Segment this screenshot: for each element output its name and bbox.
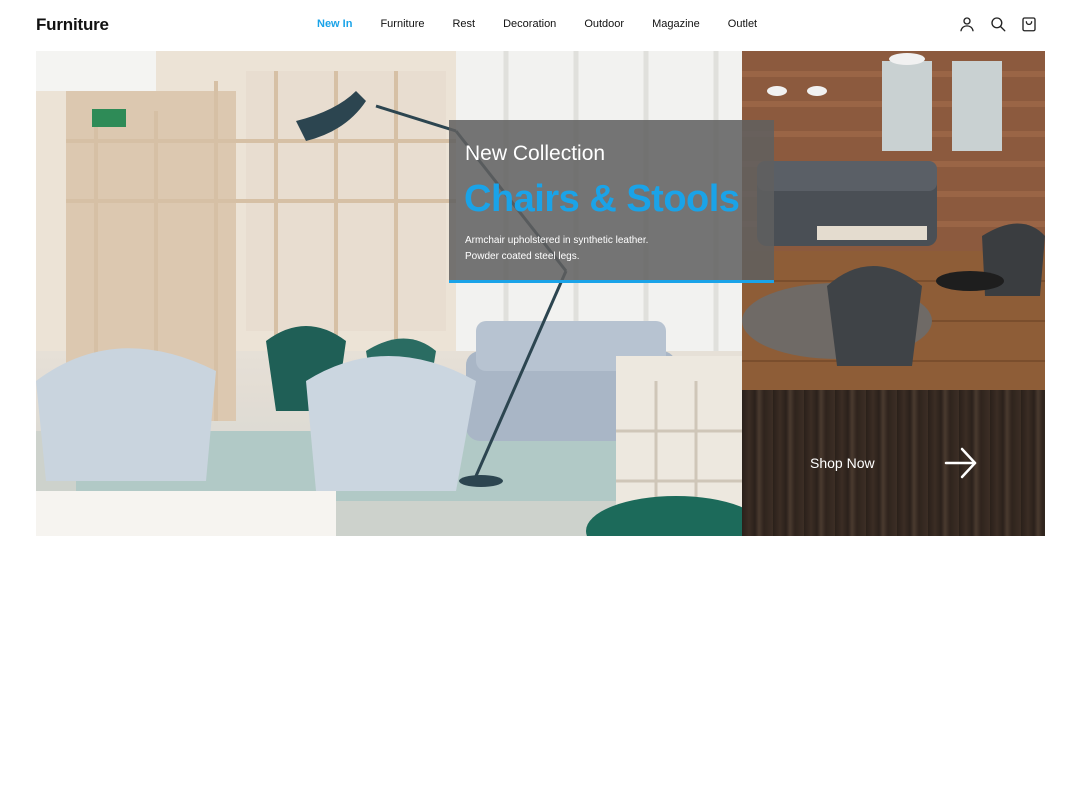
lounge-image bbox=[742, 51, 1045, 390]
main-nav: New In Furniture Rest Decoration Outdoor… bbox=[317, 18, 785, 30]
site-header: Furniture New In Furniture Rest Decorati… bbox=[0, 0, 1080, 51]
promo-desc-line-2: Powder coated steel legs. bbox=[465, 251, 580, 262]
user-icon[interactable] bbox=[958, 15, 976, 33]
shopping-bag-icon[interactable] bbox=[1020, 15, 1038, 33]
shop-now-link[interactable]: Shop Now bbox=[810, 455, 875, 471]
header-actions bbox=[958, 15, 1038, 33]
arrow-right-icon[interactable] bbox=[944, 446, 978, 480]
nav-item-outlet[interactable]: Outlet bbox=[728, 18, 757, 30]
nav-item-new-in[interactable]: New In bbox=[317, 18, 352, 30]
promo-description: Armchair upholstered in synthetic leathe… bbox=[465, 233, 765, 265]
promo-card: New Collection Chairs & Stools Armchair … bbox=[449, 120, 774, 283]
promo-kicker: New Collection bbox=[465, 142, 606, 165]
site-logo[interactable]: Furniture bbox=[36, 15, 109, 35]
nav-item-rest[interactable]: Rest bbox=[452, 18, 475, 30]
search-icon[interactable] bbox=[989, 15, 1007, 33]
promo-title: Chairs & Stools bbox=[464, 178, 740, 220]
nav-item-outdoor[interactable]: Outdoor bbox=[584, 18, 624, 30]
promo-desc-line-1: Armchair upholstered in synthetic leathe… bbox=[465, 235, 649, 246]
shop-now-banner[interactable] bbox=[742, 390, 1045, 536]
nav-item-magazine[interactable]: Magazine bbox=[652, 18, 700, 30]
nav-item-furniture[interactable]: Furniture bbox=[380, 18, 424, 30]
lounge-illustration bbox=[742, 51, 1045, 390]
nav-item-decoration[interactable]: Decoration bbox=[503, 18, 556, 30]
